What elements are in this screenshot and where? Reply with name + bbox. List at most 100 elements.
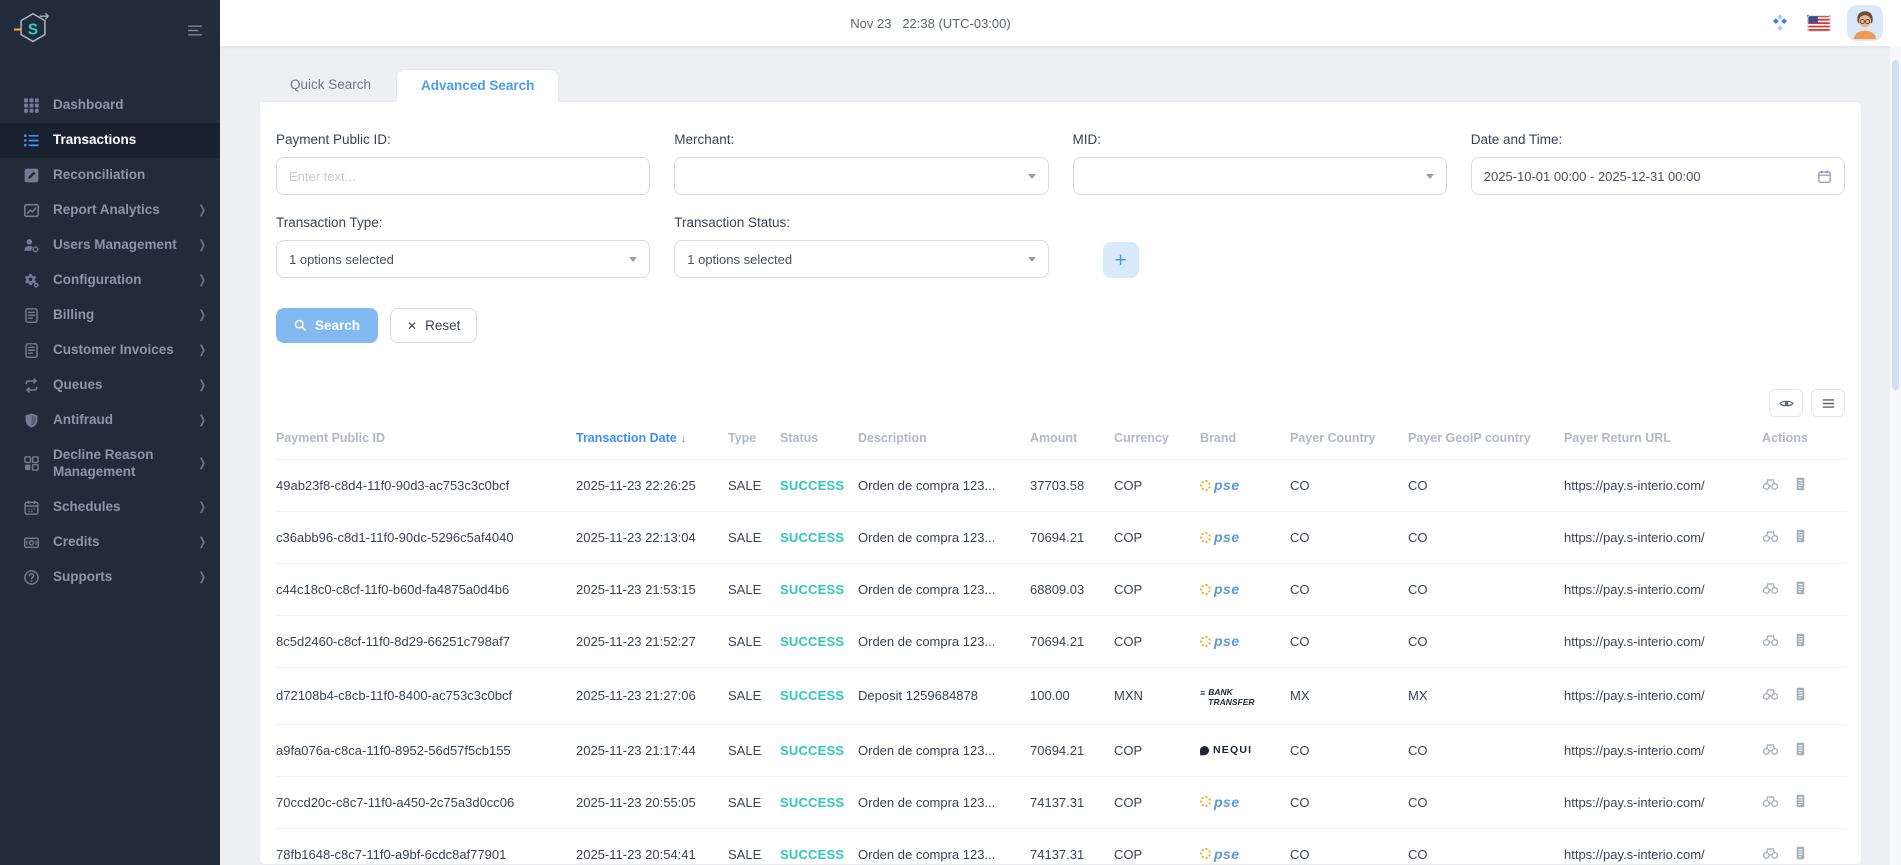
- sort-desc-icon: ↓: [680, 431, 687, 445]
- pse-brand-logo: pse: [1200, 529, 1240, 545]
- currency-cell: MXN: [1114, 667, 1200, 725]
- bank-transfer-brand-logo: ≡ BANK TRANSFER: [1200, 687, 1255, 707]
- receipt-button[interactable]: [1792, 793, 1809, 809]
- chevron-down-icon: [1027, 173, 1036, 179]
- payer-return-url-cell: https://pay.s-interio.com/: [1564, 667, 1762, 725]
- sidebar-item-queues[interactable]: Queues ❯: [0, 368, 220, 403]
- sidebar-item-report-analytics[interactable]: Report Analytics ❯: [0, 193, 220, 228]
- transaction-date-cell: 2025-11-23 21:52:27: [576, 615, 728, 668]
- topbar: Nov 23 22:38 (UTC-03:00): [220, 0, 1901, 46]
- sidebar-item-reconciliation[interactable]: Reconciliation: [0, 158, 220, 193]
- view-details-button[interactable]: [1762, 580, 1779, 596]
- view-details-button[interactable]: [1762, 845, 1779, 861]
- pse-sun-icon: [1200, 848, 1211, 860]
- brand-cell: NEQUI: [1200, 723, 1290, 777]
- receipt-button[interactable]: [1792, 476, 1809, 492]
- mid-field: MID:: [1072, 132, 1447, 195]
- view-details-button[interactable]: [1762, 686, 1779, 702]
- sidebar-item-dashboard[interactable]: Dashboard: [0, 88, 220, 123]
- report-analytics-icon: [23, 202, 40, 219]
- receipt-button[interactable]: [1792, 528, 1809, 544]
- brand-cell: pse: [1200, 775, 1290, 829]
- payer-geoip-country-cell: CO: [1408, 511, 1564, 564]
- sidebar-item-credits[interactable]: Credits ❯: [0, 525, 220, 560]
- payer-return-url-cell: https://pay.s-interio.com/: [1564, 775, 1762, 829]
- chevron-down-icon: [629, 256, 638, 262]
- type-cell: SALE: [728, 459, 780, 512]
- sidebar-item-label: Credits: [53, 533, 100, 549]
- calendar-icon[interactable]: [1817, 169, 1832, 184]
- pse-brand-logo: pse: [1200, 794, 1240, 810]
- sidebar-item-antifraud[interactable]: Antifraud ❯: [0, 403, 220, 438]
- transaction-date-cell: 2025-11-23 20:54:41: [576, 827, 728, 864]
- payer-geoip-country-cell: CO: [1408, 723, 1564, 777]
- chevron-right-icon: ❯: [198, 569, 206, 583]
- description-cell: Orden de compra 123...: [858, 775, 1030, 829]
- menu-lines-icon: [1821, 396, 1836, 411]
- table-menu-button[interactable]: [1811, 389, 1845, 417]
- chevron-right-icon: ❯: [198, 343, 206, 357]
- sidebar-item-users-management[interactable]: Users Management ❯: [0, 228, 220, 263]
- sidebar-item-billing[interactable]: Billing ❯: [0, 298, 220, 333]
- view-details-button[interactable]: [1762, 632, 1779, 648]
- sidebar-item-transactions[interactable]: Transactions: [0, 123, 220, 158]
- topbar-actions: [1769, 5, 1901, 41]
- dashboard-icon: [23, 97, 40, 114]
- view-details-button[interactable]: [1762, 793, 1779, 809]
- date-range-value: 2025-10-01 00:00 - 2025-12-31 00:00: [1483, 168, 1701, 184]
- transaction-date-cell: 2025-11-23 22:13:04: [576, 511, 728, 564]
- mid-label: MID:: [1072, 132, 1102, 147]
- date-range-input[interactable]: 2025-10-01 00:00 - 2025-12-31 00:00: [1470, 157, 1845, 195]
- sidebar-item-configuration[interactable]: Configuration ❯: [0, 263, 220, 298]
- search-button[interactable]: Search: [276, 308, 379, 343]
- pse-sun-icon: [1200, 583, 1211, 595]
- sidebar-item-supports[interactable]: Supports ❯: [0, 560, 220, 595]
- receipt-button[interactable]: [1792, 632, 1809, 648]
- view-details-button[interactable]: [1762, 741, 1779, 757]
- receipt-button[interactable]: [1792, 580, 1809, 596]
- currency-cell: COP: [1114, 723, 1200, 777]
- view-details-button[interactable]: [1762, 476, 1779, 492]
- sidebar-item-label: Schedules: [53, 498, 121, 514]
- receipt-button[interactable]: [1792, 741, 1809, 757]
- brand-cell: pse: [1200, 827, 1290, 864]
- mid-select[interactable]: [1072, 157, 1447, 195]
- status-cell: SUCCESS: [780, 775, 858, 829]
- language-flag-icon[interactable]: [1807, 14, 1831, 32]
- payment-public-id-input[interactable]: [276, 157, 651, 195]
- description-cell: Orden de compra 123...: [858, 511, 1030, 564]
- actions-cell: [1762, 775, 1847, 829]
- scrollbar-thumb[interactable]: [1892, 60, 1899, 390]
- receipt-button[interactable]: [1792, 686, 1809, 702]
- tab-advanced-search[interactable]: Advanced Search: [396, 69, 560, 102]
- add-filter-button[interactable]: +: [1102, 242, 1139, 278]
- amount-cell: 100.00: [1030, 667, 1114, 725]
- payer-return-url-cell: https://pay.s-interio.com/: [1564, 827, 1762, 864]
- sidebar-item-schedules[interactable]: Schedules ❯: [0, 490, 220, 525]
- reset-button[interactable]: ✕ Reset: [390, 308, 478, 343]
- sidebar-item-decline-reason-management[interactable]: Decline Reason Management ❯: [0, 438, 220, 490]
- app-root: S Dashboard Transactions Reconciliation Rep…: [0, 0, 1901, 865]
- apps-cluster-icon[interactable]: [1769, 12, 1791, 34]
- filters-grid: Payment Public ID: Merchant: MID:: [276, 132, 1845, 278]
- col-header-payer-return-url: Payer Return URL: [1564, 431, 1671, 445]
- col-header-transaction-date[interactable]: Transaction Date ↓: [576, 425, 728, 460]
- payment-public-id-cell: d72108b4-c8cb-11f0-8400-ac753c3c0bcf: [276, 667, 576, 725]
- toggle-columns-button[interactable]: [1769, 389, 1803, 417]
- transaction-date-header-label: Transaction Date: [576, 431, 677, 445]
- receipt-button[interactable]: [1792, 845, 1809, 861]
- sidebar-collapse-icon[interactable]: [186, 23, 204, 38]
- type-cell: SALE: [728, 563, 780, 616]
- queues-icon: [23, 377, 40, 394]
- sidebar-item-label: Dashboard: [53, 97, 124, 113]
- merchant-select[interactable]: [674, 157, 1049, 195]
- transaction-type-select[interactable]: 1 options selected: [276, 240, 651, 278]
- amount-cell: 70694.21: [1030, 723, 1114, 777]
- sidebar-item-customer-invoices[interactable]: Customer Invoices ❯: [0, 333, 220, 368]
- view-details-button[interactable]: [1762, 528, 1779, 544]
- user-avatar[interactable]: [1847, 5, 1883, 41]
- transaction-status-select[interactable]: 1 options selected: [674, 240, 1049, 278]
- amount-cell: 70694.21: [1030, 615, 1114, 668]
- antifraud-icon: [23, 412, 40, 429]
- tab-quick-search[interactable]: Quick Search: [265, 68, 396, 101]
